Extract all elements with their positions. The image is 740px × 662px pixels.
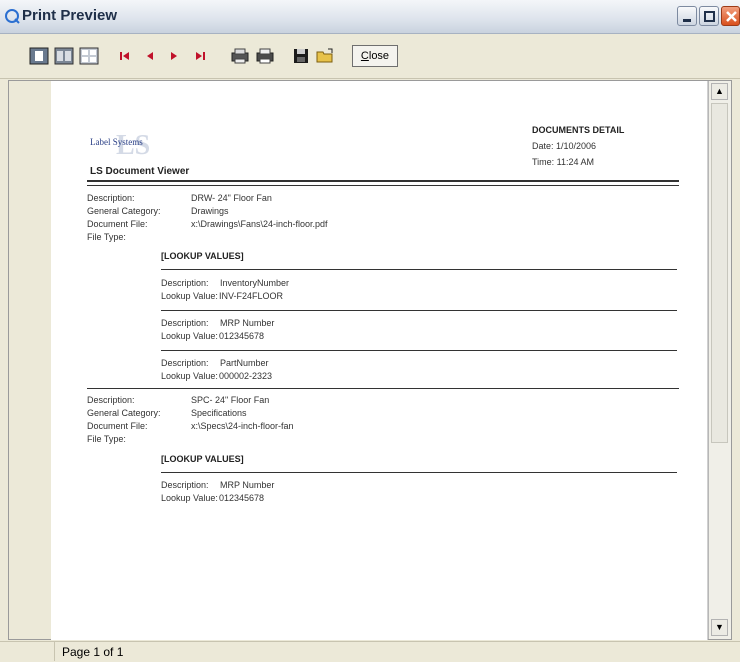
scroll-down-arrow-icon[interactable]: ▼ [711,619,728,636]
doc2-category-label: General Category: [87,408,161,418]
doc1-file: x:\Drawings\Fans\24-inch-floor.pdf [191,219,328,229]
doc2-lookup1-desc: MRP Number [220,480,275,490]
preview-margin [9,81,52,639]
print-preview-window: Print Preview Close LS Label Systems DOC… [0,0,740,662]
two-page-icon[interactable] [54,46,74,66]
close-icon [726,11,737,22]
app-icon [5,9,20,24]
scroll-up-arrow-icon[interactable]: ▲ [711,83,728,100]
minimize-icon [683,19,691,22]
scrollbar-thumb[interactable] [711,103,728,443]
doc1-lookup1-value: INV-F24FLOOR [219,291,284,301]
logo-text: Label Systems [90,137,143,147]
doc1-lookup3-desc: PartNumber [220,358,269,368]
toolbar: Close [0,34,740,79]
status-bar: Page 1 of 1 [0,641,740,662]
doc1-lookup3-value-label: Lookup Value: [161,371,218,381]
print-setup-icon[interactable] [230,46,250,66]
doc1-lookup1-desc: InventoryNumber [220,278,290,288]
doc1-lookup3-desc-label: Description: [161,358,209,368]
doc1-lookup3-value: 000002-2323 [219,371,273,381]
multi-page-icon[interactable] [79,46,99,66]
doc2-lookup-heading: [LOOKUP VALUES] [161,454,244,464]
doc1-lookup2-rule [161,350,677,351]
print-icon[interactable] [255,46,275,66]
document-separator-rule [87,388,679,389]
close-button[interactable]: Close [352,45,398,67]
report-date: Date: 1/10/2006 [532,141,597,151]
doc1-description: DRW- 24" Floor Fan [191,193,272,203]
doc1-lookup2-value: 012345678 [219,331,265,341]
preview-area[interactable]: LS Label Systems DOCUMENTS DETAIL Date: … [8,80,732,640]
doc1-lookup1-value-label: Lookup Value: [161,291,218,301]
first-page-icon[interactable] [115,46,135,66]
save-icon[interactable] [291,46,311,66]
doc1-type-label: File Type: [87,232,126,242]
doc1-lookup2-desc-label: Description: [161,318,209,328]
previous-page-icon[interactable] [140,46,160,66]
doc2-type-label: File Type: [87,434,126,444]
next-page-icon[interactable] [164,46,184,66]
close-window-button[interactable] [721,6,740,26]
minimize-button[interactable] [677,6,697,26]
single-page-icon[interactable] [29,46,49,66]
report-page: LS Label Systems DOCUMENTS DETAIL Date: … [51,81,708,640]
header-rule-thin [87,185,679,186]
doc2-lookup1-value: 012345678 [219,493,265,503]
doc1-lookup1-desc-label: Description: [161,278,209,288]
page-indicator: Page 1 of 1 [62,645,124,659]
doc1-lookup1-rule [161,310,677,311]
doc2-description: SPC- 24" Floor Fan [191,395,270,405]
close-button-mnemonic: C [360,50,369,62]
doc1-lookup2-value-label: Lookup Value: [161,331,218,341]
doc2-lookup-rule [161,472,677,473]
doc1-description-label: Description: [87,193,135,203]
doc2-lookup1-desc-label: Description: [161,480,209,490]
doc1-file-label: Document File: [87,219,148,229]
report-time: Time: 11:24 AM [532,157,595,167]
doc1-lookup-heading: [LOOKUP VALUES] [161,251,244,261]
maximize-button[interactable] [699,6,719,26]
title-bar: Print Preview [0,0,740,34]
doc2-category: Specifications [191,408,247,418]
vertical-scrollbar[interactable]: ▲ ▼ [708,81,731,639]
doc2-file: x:\Specs\24-inch-floor-fan [191,421,294,431]
doc1-lookup2-desc: MRP Number [220,318,275,328]
doc2-file-label: Document File: [87,421,148,431]
last-page-icon[interactable] [190,46,210,66]
report-title: DOCUMENTS DETAIL [532,125,625,135]
doc2-description-label: Description: [87,395,135,405]
doc1-category: Drawings [191,206,229,216]
doc2-lookup1-value-label: Lookup Value: [161,493,218,503]
viewer-title: LS Document Viewer [90,166,190,177]
doc1-category-label: General Category: [87,206,161,216]
status-bar-pane [8,642,55,661]
maximize-icon [704,11,715,22]
doc1-lookup-rule [161,269,677,270]
open-icon[interactable] [315,46,335,66]
header-rule [87,180,679,182]
window-title: Print Preview [22,7,118,24]
close-button-label: lose [368,50,390,62]
